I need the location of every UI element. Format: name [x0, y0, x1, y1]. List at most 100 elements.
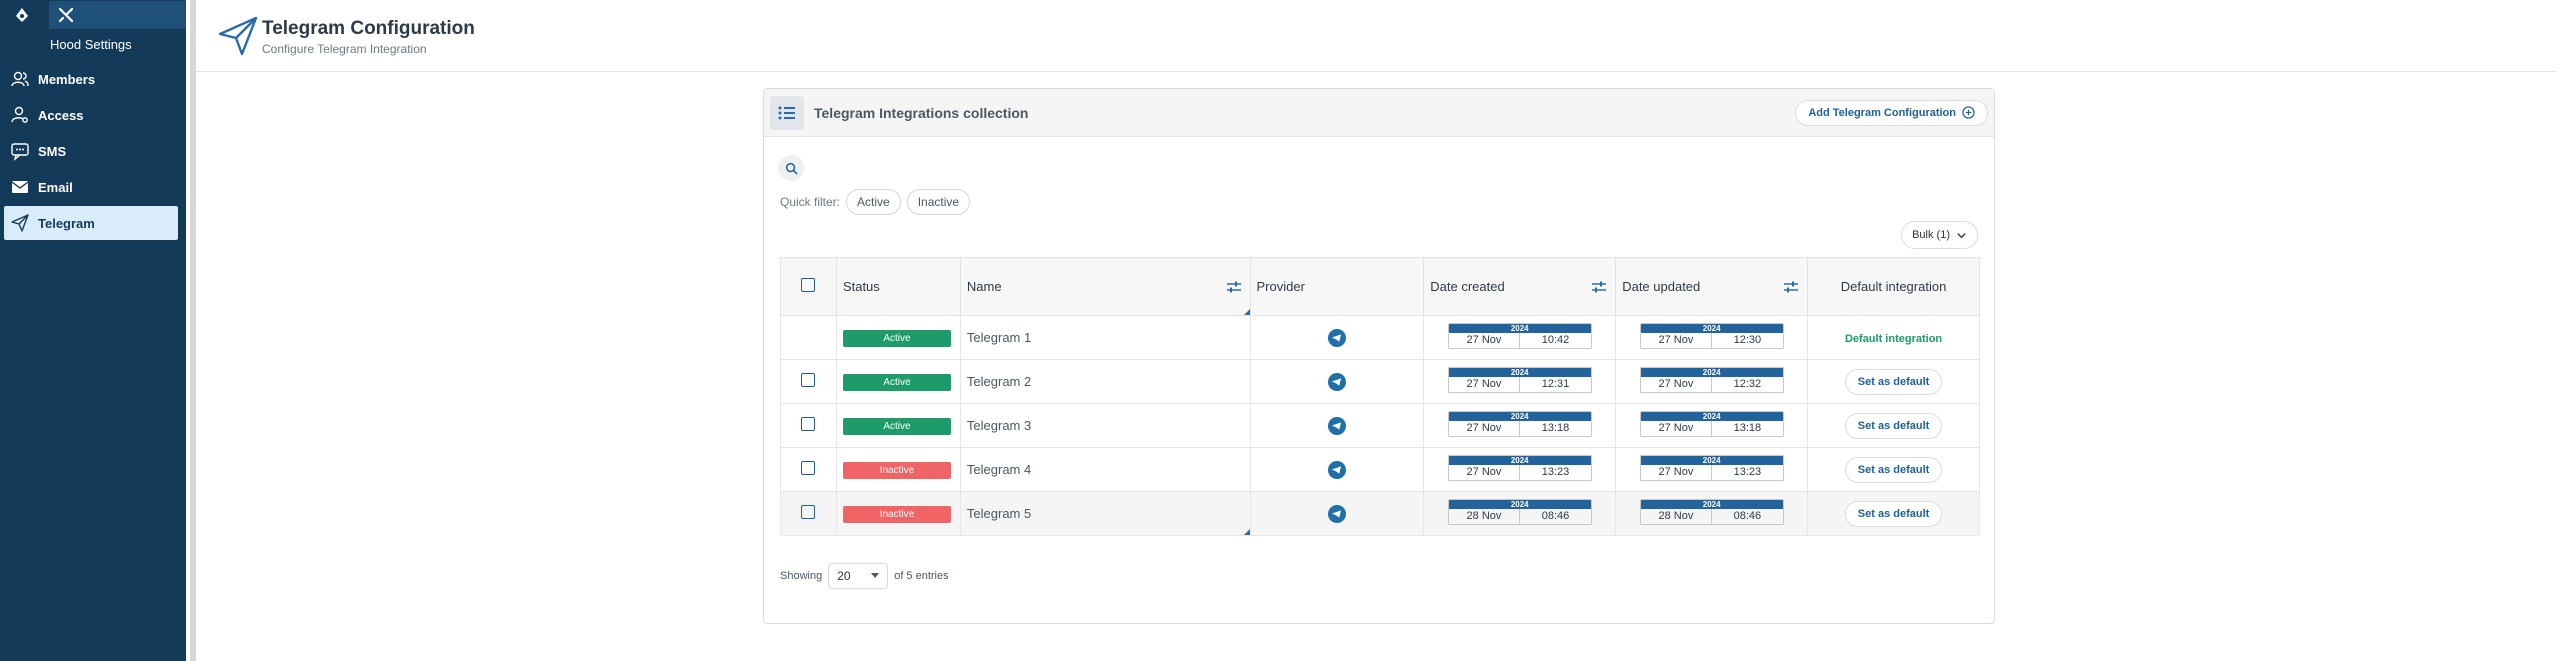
date-badge: 2024 27 Nov 12:31: [1447, 367, 1592, 393]
add-button-label: Add Telegram Configuration: [1808, 106, 1956, 119]
settings-tools-icon[interactable]: [49, 1, 186, 29]
date-time: 12:31: [1541, 378, 1570, 390]
table-row[interactable]: Active Telegram 2 2024 27 Nov 12:31 2024 27 No…: [780, 359, 1980, 404]
date-day: 27 Nov: [1449, 421, 1521, 436]
checkbox-cell: [780, 359, 837, 404]
page-size-select[interactable]: 20: [828, 563, 889, 589]
column-filter-icon[interactable]: [1226, 280, 1242, 294]
date-time: 13:18: [1541, 422, 1570, 434]
entries-count: of 5 entries: [894, 570, 949, 582]
date-badge: 2024 27 Nov 13:18: [1447, 411, 1592, 437]
set-as-default-button[interactable]: Set as default: [1844, 412, 1943, 439]
column-header-date-updated[interactable]: Date updated: [1615, 257, 1809, 316]
column-resize-handle[interactable]: [1243, 529, 1250, 535]
date-year: 2024: [1640, 324, 1783, 333]
date-created-cell: 2024 27 Nov 13:18: [1423, 403, 1617, 448]
row-checkbox[interactable]: [801, 461, 816, 475]
integrations-table: Status Name Provider Date created Date u…: [780, 257, 1980, 536]
status-cell: Inactive: [835, 491, 961, 536]
date-day: 27 Nov: [1449, 333, 1521, 348]
integrations-card: Telegram Integrations collection Add Tel…: [763, 88, 1995, 624]
checkbox-cell: [780, 447, 837, 492]
sidebar-item-telegram[interactable]: Telegram: [4, 206, 178, 240]
search-button[interactable]: [778, 155, 804, 181]
date-time: 12:30: [1733, 334, 1762, 346]
add-telegram-configuration-button[interactable]: Add Telegram Configuration: [1795, 99, 1988, 126]
date-created-cell: 2024 27 Nov 13:23: [1423, 447, 1617, 492]
filter-inactive-chip[interactable]: Inactive: [906, 189, 971, 215]
table-row[interactable]: Active Telegram 1 2024 27 Nov 10:42 2024 27 No…: [780, 315, 1980, 360]
bulk-actions-dropdown[interactable]: Bulk (1): [1901, 221, 1978, 249]
sidebar: Hood Settings Members Access SMS Email T…: [0, 0, 186, 661]
date-year: 2024: [1448, 412, 1591, 421]
filter-active-chip[interactable]: Active: [846, 189, 901, 215]
date-badge: 2024 27 Nov 13:18: [1639, 411, 1784, 437]
table-row[interactable]: Inactive Telegram 4 2024 27 Nov 13:23 2024 27 …: [780, 447, 1980, 492]
column-header-date-created[interactable]: Date created: [1423, 257, 1617, 316]
checkbox-cell: [780, 315, 837, 360]
paper-plane-icon: [11, 214, 29, 232]
caret-down-icon: [871, 573, 880, 578]
date-year: 2024: [1640, 500, 1783, 509]
date-year: 2024: [1448, 456, 1591, 465]
date-day: 27 Nov: [1641, 333, 1713, 348]
date-year: 2024: [1448, 500, 1591, 509]
set-as-default-button[interactable]: Set as default: [1844, 500, 1943, 527]
page-subtitle: Configure Telegram Integration: [262, 42, 427, 56]
sidebar-item-sms[interactable]: SMS: [4, 134, 182, 168]
user-key-icon: [11, 106, 28, 123]
column-filter-icon[interactable]: [1591, 280, 1607, 294]
date-badge: 2024 27 Nov 12:32: [1639, 367, 1784, 393]
sidebar-item-access[interactable]: Access: [4, 98, 182, 132]
provider-cell: [1249, 491, 1425, 536]
column-filter-icon[interactable]: [1783, 280, 1799, 294]
date-badge: 2024 28 Nov 08:46: [1447, 499, 1592, 525]
default-cell: Default integration: [1807, 315, 1980, 360]
date-created-cell: 2024 27 Nov 12:31: [1423, 359, 1617, 404]
sidebar-scrollbar[interactable]: [190, 0, 196, 661]
list-icon: [770, 95, 804, 130]
date-day: 27 Nov: [1641, 421, 1713, 436]
sidebar-top: [0, 0, 186, 30]
date-year: 2024: [1448, 368, 1591, 377]
row-checkbox[interactable]: [801, 417, 816, 431]
date-badge: 2024 27 Nov 13:23: [1447, 455, 1592, 481]
sidebar-item-email[interactable]: Email: [4, 170, 182, 204]
users-icon: [11, 71, 29, 87]
date-day: 28 Nov: [1449, 509, 1521, 524]
column-resize-handle[interactable]: [1243, 309, 1250, 315]
table-row[interactable]: Active Telegram 3 2024 27 Nov 13:18 2024 27 No…: [780, 403, 1980, 448]
table-row[interactable]: Inactive Telegram 5 2024 28 Nov 08:46 2024 28 …: [780, 491, 1980, 536]
row-checkbox[interactable]: [801, 505, 816, 519]
default-cell: Set as default: [1807, 491, 1980, 536]
date-time: 08:46: [1733, 510, 1762, 522]
name-cell: Telegram 4: [959, 447, 1251, 492]
page-title: Telegram Configuration: [262, 18, 475, 39]
chevron-down-icon: [1957, 232, 1966, 238]
date-time: 13:23: [1733, 466, 1762, 478]
status-badge: Active: [842, 373, 951, 391]
row-checkbox[interactable]: [801, 373, 816, 387]
select-all-checkbox[interactable]: [801, 278, 816, 292]
date-updated-cell: 2024 27 Nov 13:18: [1615, 403, 1809, 448]
status-cell: Active: [835, 315, 961, 360]
date-badge: 2024 27 Nov 10:42: [1447, 323, 1592, 349]
column-header-status[interactable]: Status: [835, 257, 961, 316]
sidebar-item-members[interactable]: Members: [4, 62, 182, 96]
quick-filter-label: Quick filter:: [780, 195, 841, 209]
set-as-default-button[interactable]: Set as default: [1844, 368, 1943, 395]
date-year: 2024: [1640, 456, 1783, 465]
column-header-name[interactable]: Name: [959, 257, 1251, 316]
telegram-icon: [1327, 504, 1346, 523]
column-header-provider[interactable]: Provider: [1249, 257, 1425, 316]
date-year: 2024: [1640, 368, 1783, 377]
status-cell: Inactive: [835, 447, 961, 492]
telegram-icon: [1327, 328, 1346, 347]
date-day: 27 Nov: [1449, 465, 1521, 480]
telegram-icon: [1327, 460, 1346, 479]
column-header-default-integration[interactable]: Default integration: [1807, 257, 1980, 316]
sidebar-item-label: Email: [38, 179, 73, 195]
set-as-default-button[interactable]: Set as default: [1844, 456, 1943, 483]
brand-logo-icon[interactable]: [8, 1, 35, 29]
telegram-icon: [1327, 372, 1346, 391]
